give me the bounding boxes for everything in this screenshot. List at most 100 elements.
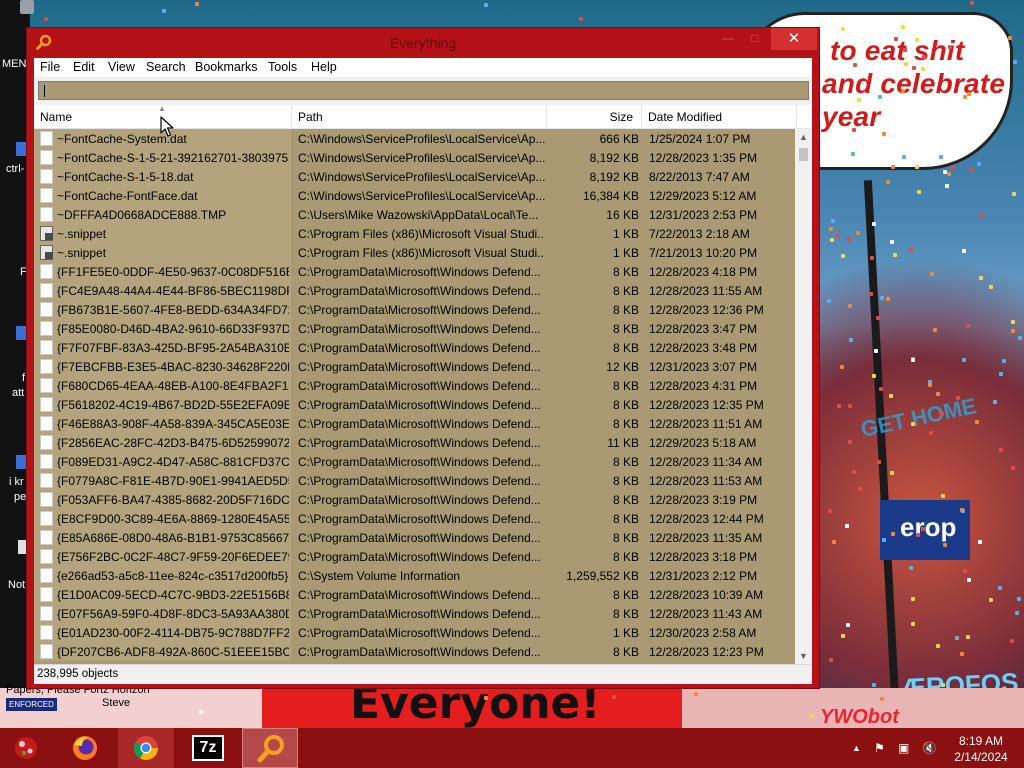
maximize-button[interactable]: □ [744, 28, 766, 50]
wallpaper-confetti [1014, 610, 1019, 615]
table-row[interactable]: {F85E0080-D46D-4BA2-9610-66D33F937DFF} C:… [34, 319, 795, 338]
wallpaper-confetti [1011, 192, 1016, 197]
menu-file[interactable]: File [40, 60, 60, 74]
table-row[interactable]: {F0779A8C-F81E-4B7D-90E1-9941AED5D59... C… [34, 471, 795, 490]
cell-date-modified: 12/28/2023 12:44 PM [649, 512, 764, 526]
menu-view[interactable]: View [108, 60, 135, 74]
action-center-flag-icon[interactable]: ⚑ [874, 741, 885, 755]
cell-name: {F7F07FBF-83A3-425D-BF95-2A54BA310BB... [57, 341, 289, 355]
column-header-size[interactable]: Size [547, 105, 642, 129]
wallpaper-confetti [975, 419, 980, 424]
table-row[interactable]: {F7F07FBF-83A3-425D-BF95-2A54BA310BB... C… [34, 338, 795, 357]
table-row[interactable]: {F089ED31-A9C2-4D47-A58C-881CFD37C... C:\… [34, 452, 795, 471]
taskbar-everything[interactable] [242, 728, 298, 768]
menu-bookmarks[interactable]: Bookmarks [195, 60, 258, 74]
wallpaper-confetti [195, 2, 200, 7]
snippet-icon [40, 226, 53, 241]
desktop-icon-label[interactable]: Not [8, 579, 25, 592]
table-row[interactable]: {F680CD65-4EAA-48EB-A100-8E4FBA2F15... C:… [34, 376, 795, 395]
table-row[interactable]: {FB673B1E-5607-4FE8-BEDD-634A34FD729F} C:… [34, 300, 795, 319]
menu-edit[interactable]: Edit [73, 60, 95, 74]
table-row[interactable]: {e266ad53-a5c8-11ee-824c-c3517d200fb5}..… [34, 566, 795, 585]
cell-date-modified: 12/28/2023 12:36 PM [649, 303, 764, 317]
taskbar-clock[interactable]: 8:19 AM 2/14/2024 [948, 733, 1014, 765]
volume-muted-icon[interactable]: 🔇 [922, 741, 937, 755]
cell-path: C:\ProgramData\Microsoft\Windows Defend.… [298, 493, 541, 507]
table-row[interactable]: {E01AD230-00F2-4114-DB75-9C788D7FF24E} C:… [34, 623, 795, 642]
cell-path: C:\ProgramData\Microsoft\Windows Defend.… [298, 531, 541, 545]
wallpaper-confetti [483, 696, 488, 701]
minimize-button[interactable]: — [717, 28, 739, 50]
wallpaper-confetti [962, 358, 967, 363]
table-row[interactable]: {F5618202-4C19-4B67-BD2D-55E2EFA09B52} C:… [34, 395, 795, 414]
table-row[interactable]: {FC4E9A48-44A4-4E44-BF86-5BEC1198DF13} C:… [34, 281, 795, 300]
column-header-path[interactable]: Path [292, 105, 547, 129]
desktop-icon-label[interactable]: MEN [2, 58, 26, 71]
table-row[interactable]: {E1D0AC09-5ECD-4C7C-9BD3-22E5156B88... C:… [34, 585, 795, 604]
cell-path: C:\ProgramData\Microsoft\Windows Defend.… [298, 607, 541, 621]
table-row[interactable]: ~DFFFA4D0668ADCE888.TMP C:\Users\Mike Waz… [34, 205, 795, 224]
close-button[interactable]: ✕ [771, 28, 817, 50]
cell-size: 8 KB [612, 455, 639, 469]
table-row[interactable]: {DF207CB6-ADF8-492A-860C-51EEE15BC6... C:… [34, 642, 795, 661]
scroll-up-arrow-icon[interactable]: ▲ [795, 129, 812, 145]
cell-size: 1 KB [612, 227, 639, 241]
table-row[interactable]: {F2856EAC-28FC-42D3-B475-6D525990725... C… [34, 433, 795, 452]
table-row[interactable]: {F053AFF6-BA47-4385-8682-20D5F716DC9... C… [34, 490, 795, 509]
scroll-down-arrow-icon[interactable]: ▼ [795, 648, 812, 664]
wallpaper-confetti [965, 635, 970, 640]
wallpaper-confetti [848, 439, 853, 444]
table-row[interactable]: {E07F56A9-59F0-4D8F-8DC3-5A93AA380D... C:… [34, 604, 795, 623]
wallpaper-confetti [868, 291, 873, 296]
table-row[interactable]: {F46E88A3-908F-4A58-839A-345CA5E03E11} C:… [34, 414, 795, 433]
wallpaper-confetti [1010, 328, 1015, 333]
table-row[interactable]: ~FontCache-System.dat C:\Windows\ServiceP… [34, 129, 795, 148]
cell-size: 8 KB [612, 265, 639, 279]
show-hidden-icons-chevron-icon[interactable]: ▲ [852, 743, 861, 753]
cell-size: 666 KB [599, 132, 639, 146]
7zip-icon: 7z [192, 735, 224, 761]
table-row[interactable]: {FF1FE5E0-0DDF-4E50-9637-0C08DF516B05} C:… [34, 262, 795, 281]
table-row[interactable]: ~.snippet C:\Program Files (x86)\Microsof… [34, 224, 795, 243]
window-titlebar[interactable]: Everything — □ ✕ [27, 28, 819, 58]
taskbar: 7z ▲ ⚑ ▣ 🔇 8:19 AM 2/14/2024 [0, 728, 1024, 768]
cell-date-modified: 12/29/2023 5:12 AM [649, 189, 757, 203]
taskbar-chrome[interactable] [118, 728, 174, 768]
recycle-bin-icon[interactable] [20, 0, 34, 14]
cell-size: 8 KB [612, 417, 639, 431]
search-input[interactable] [38, 81, 809, 100]
desktop-icon-label[interactable]: f [22, 372, 25, 385]
desktop-icon-label[interactable]: att [12, 387, 24, 400]
network-icon[interactable]: ▣ [898, 741, 909, 755]
menu-search[interactable]: Search [146, 60, 186, 74]
column-header-date-modified[interactable]: Date Modified [642, 105, 797, 129]
wallpaper-confetti [825, 67, 830, 72]
table-row[interactable]: ~FontCache-S-1-5-21-392162701-3803975...… [34, 148, 795, 167]
table-row[interactable]: {E85A686E-08D0-48A6-B1B1-9753C8566701} C:… [34, 528, 795, 547]
table-row[interactable]: {E8CF9D00-3C89-4E6A-8869-1280E45A55D... C… [34, 509, 795, 528]
cell-path: C:\System Volume Information [298, 569, 461, 583]
desktop-icon-label[interactable]: pe [14, 491, 26, 504]
table-row[interactable]: ~.snippet C:\Program Files (x86)\Microsof… [34, 243, 795, 262]
table-row[interactable]: ~FontCache-S-1-5-18.dat C:\Windows\Servic… [34, 167, 795, 186]
desktop-icon-label[interactable]: i kr [9, 476, 24, 489]
scrollbar-thumb[interactable] [799, 148, 808, 161]
start-button[interactable] [0, 728, 56, 768]
taskbar-7zip[interactable]: 7z [180, 728, 236, 768]
wallpaper-confetti [969, 167, 974, 172]
wallpaper-confetti [483, 2, 488, 7]
table-row[interactable]: ~FontCache-FontFace.dat C:\Windows\Servic… [34, 186, 795, 205]
mouse-pointer-icon [160, 116, 174, 137]
table-row[interactable]: {F7EBCFBB-E3E5-4BAC-8230-34628F220E3D} C:… [34, 357, 795, 376]
clock-date: 2/14/2024 [954, 750, 1008, 764]
file-icon [40, 321, 53, 336]
wallpaper-confetti [851, 128, 856, 133]
vertical-scrollbar[interactable]: ▲ ▼ [795, 129, 812, 664]
menu-help[interactable]: Help [311, 60, 337, 74]
menu-tools[interactable]: Tools [268, 60, 297, 74]
table-row[interactable]: {E756F2BC-0C2F-48C7-9F59-20F6EDEE7962} C:… [34, 547, 795, 566]
wallpaper-confetti [830, 218, 835, 223]
cell-size: 1 KB [612, 246, 639, 260]
taskbar-firefox[interactable] [58, 728, 114, 768]
desktop-icon-label[interactable]: ctrl- [6, 163, 24, 176]
